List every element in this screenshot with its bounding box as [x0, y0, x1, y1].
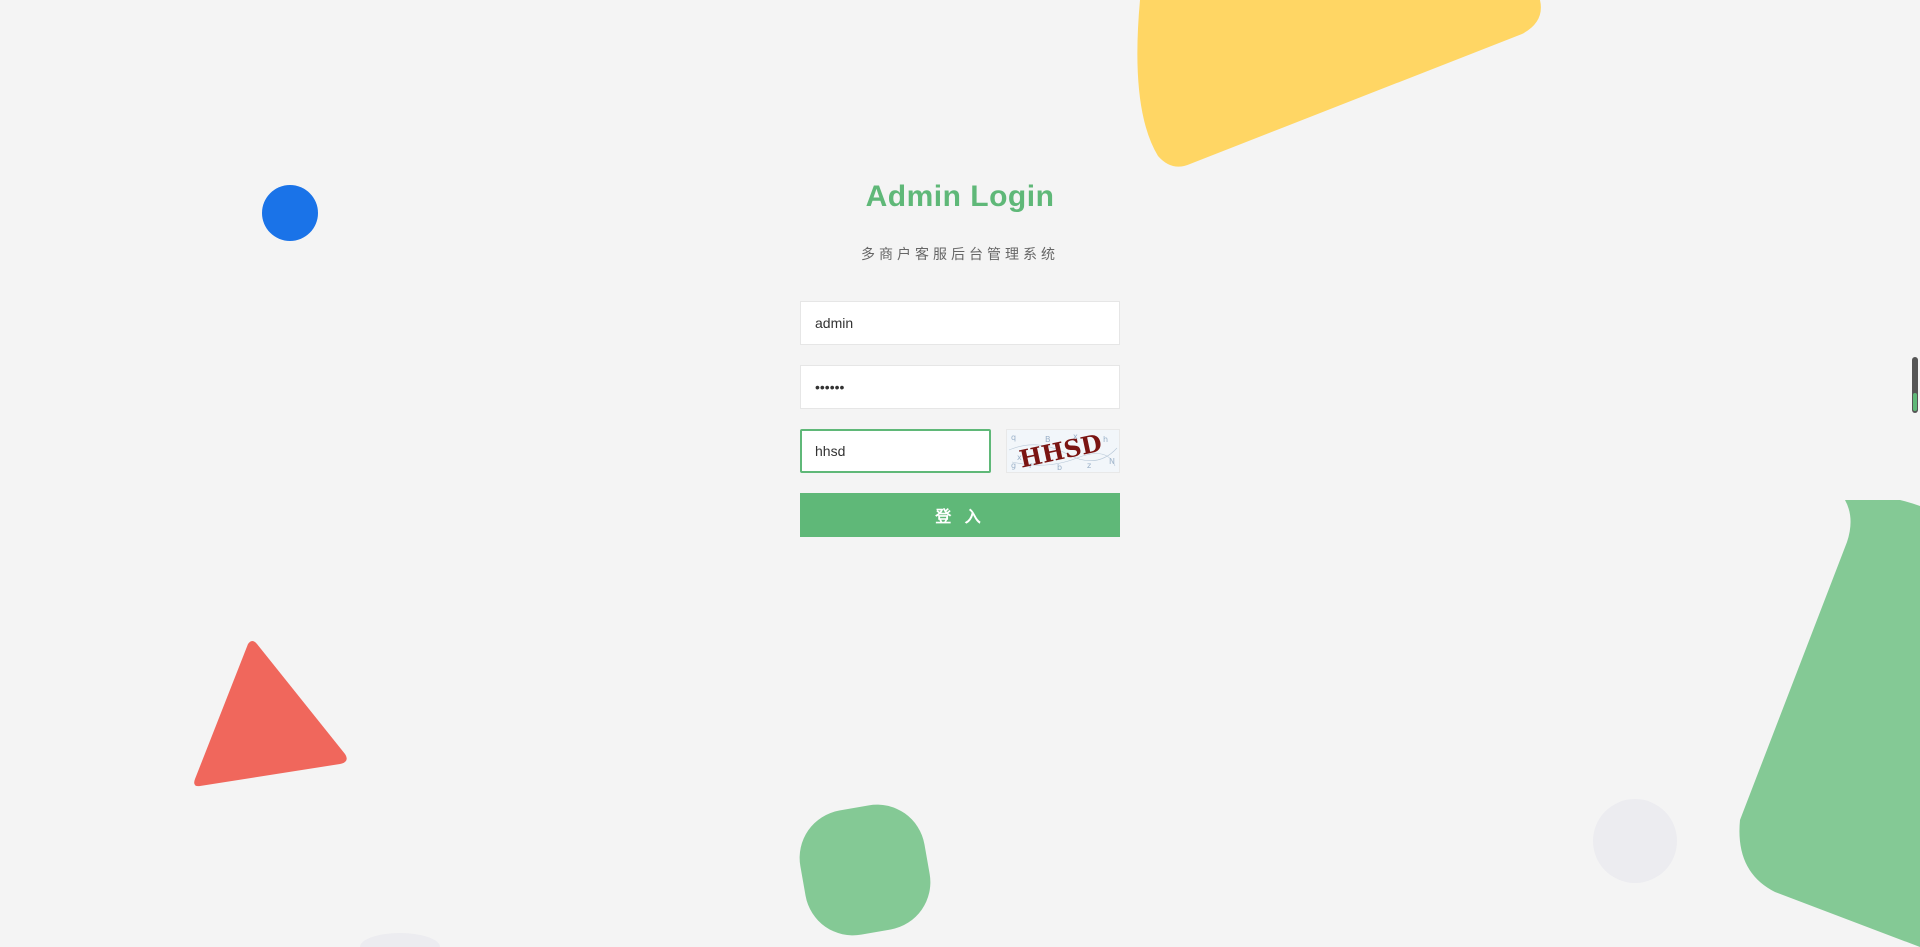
page-title: Admin Login: [865, 180, 1055, 213]
captcha-image[interactable]: q x r B b x z h N g HHSD: [1006, 428, 1120, 474]
faint-bottom-shape: [360, 933, 440, 947]
blue-circle: [262, 185, 318, 241]
captcha-input[interactable]: [800, 429, 991, 473]
login-page: Admin Login 多商户客服后台管理系统 q x r B b x z h: [0, 0, 1920, 947]
captcha-row: q x r B b x z h N g HHS: [800, 428, 1120, 474]
captcha-graphic: q x r B b x z h N g HHSD: [1008, 428, 1118, 474]
scroll-indicator-fill: [1913, 393, 1917, 411]
login-form: Admin Login 多商户客服后台管理系统 q x r B b x z h: [800, 170, 1120, 537]
yellow-shape: [1137, 0, 1541, 167]
svg-text:h: h: [1103, 435, 1108, 444]
page-subtitle: 多商户客服后台管理系统: [861, 247, 1059, 263]
username-input[interactable]: [800, 301, 1120, 345]
red-triangle: [194, 641, 347, 787]
green-large-shape: [1739, 500, 1920, 947]
faint-circle: [1593, 799, 1677, 883]
svg-text:q: q: [1011, 433, 1016, 442]
login-button[interactable]: 登 入: [800, 493, 1120, 537]
green-rounded-square: [799, 804, 931, 936]
password-input[interactable]: [800, 365, 1120, 409]
scroll-indicator[interactable]: [1912, 357, 1918, 413]
svg-text:z: z: [1087, 461, 1091, 470]
